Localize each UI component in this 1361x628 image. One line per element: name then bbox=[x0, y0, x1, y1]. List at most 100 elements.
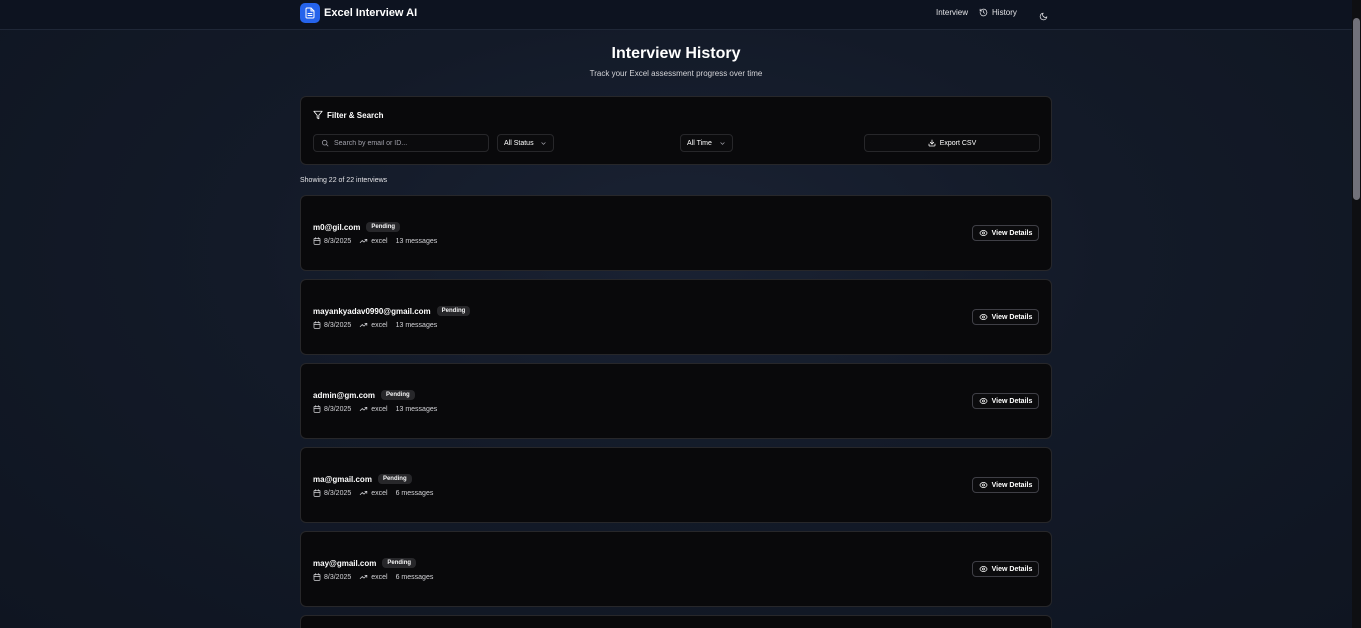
view-details-label: View Details bbox=[991, 313, 1033, 321]
page-subtitle: Track your Excel assessment progress ove… bbox=[589, 69, 763, 78]
search-input[interactable] bbox=[334, 139, 484, 147]
download-icon bbox=[928, 139, 936, 147]
calendar-icon bbox=[313, 573, 321, 581]
filter-title-label: Filter & Search bbox=[327, 110, 384, 120]
interview-category-value: excel bbox=[371, 237, 388, 245]
interview-category: excel bbox=[359, 321, 388, 329]
page-scrollbar[interactable] bbox=[1352, 0, 1361, 628]
interview-email: m0@gil.com bbox=[313, 222, 361, 232]
time-filter-select[interactable]: All Time bbox=[680, 134, 733, 152]
status-filter-select[interactable]: All Status bbox=[497, 134, 554, 152]
interview-category: excel bbox=[359, 489, 388, 497]
interview-email: admin@gm.com bbox=[313, 390, 376, 400]
status-badge: Pending bbox=[366, 222, 401, 232]
view-details-label: View Details bbox=[991, 481, 1033, 489]
interview-meta: 8/3/2025 excel 13 messages bbox=[313, 405, 437, 413]
interview-date: 8/3/2025 bbox=[313, 573, 351, 581]
view-details-label: View Details bbox=[991, 565, 1033, 573]
page-title: Interview History bbox=[611, 45, 741, 62]
interview-category: excel bbox=[359, 237, 388, 245]
history-icon bbox=[979, 8, 988, 17]
interview-date-value: 8/3/2025 bbox=[324, 237, 352, 245]
brand-name: Excel Interview AI bbox=[324, 7, 418, 19]
filter-title: Filter & Search bbox=[313, 110, 383, 120]
eye-icon bbox=[979, 481, 988, 489]
interview-card bbox=[300, 615, 1052, 628]
results-summary: Showing 22 of 22 interviews bbox=[300, 177, 388, 184]
search-field[interactable] bbox=[313, 134, 489, 152]
filter-card: Filter & Search All Status All Time bbox=[300, 96, 1052, 165]
trending-up-icon bbox=[359, 237, 368, 245]
chevron-down-icon bbox=[719, 140, 726, 147]
interview-card: mayankyadav0990@gmail.com Pending 8/3/20… bbox=[300, 279, 1052, 355]
view-details-button[interactable]: View Details bbox=[972, 393, 1039, 409]
calendar-icon bbox=[313, 321, 321, 329]
calendar-icon bbox=[313, 489, 321, 497]
interview-card-header: m0@gil.com Pending bbox=[313, 222, 401, 232]
calendar-icon bbox=[313, 405, 321, 413]
trending-up-icon bbox=[359, 573, 368, 581]
view-details-button[interactable]: View Details bbox=[972, 477, 1039, 493]
nav-link-interview[interactable]: Interview bbox=[936, 8, 968, 17]
nav-links: Interview History bbox=[936, 8, 1017, 17]
interview-category-value: excel bbox=[371, 321, 388, 329]
interview-category: excel bbox=[359, 405, 388, 413]
time-filter-value: All Time bbox=[687, 139, 712, 147]
theme-toggle-button[interactable] bbox=[1039, 8, 1048, 26]
trending-up-icon bbox=[359, 405, 368, 413]
status-badge: Pending bbox=[381, 390, 415, 400]
interview-date-value: 8/3/2025 bbox=[324, 573, 352, 581]
status-badge: Pending bbox=[382, 558, 417, 568]
scrollbar-thumb[interactable] bbox=[1353, 18, 1360, 200]
status-badge: Pending bbox=[377, 474, 412, 484]
status-badge: Pending bbox=[436, 306, 471, 316]
view-details-button[interactable]: View Details bbox=[972, 225, 1039, 241]
interview-card: admin@gm.com Pending 8/3/2025 excel 13 m… bbox=[300, 363, 1052, 439]
search-icon bbox=[321, 139, 329, 147]
interview-list: m0@gil.com Pending 8/3/2025 excel 13 mes… bbox=[300, 195, 1052, 628]
interview-message-count: 13 messages bbox=[395, 405, 438, 413]
interview-message-count: 6 messages bbox=[395, 573, 434, 581]
interview-date-value: 8/3/2025 bbox=[324, 405, 352, 413]
interview-card-header: may@gmail.com Pending bbox=[313, 558, 417, 568]
interview-meta: 8/3/2025 excel 6 messages bbox=[313, 489, 433, 497]
interview-date: 8/3/2025 bbox=[313, 321, 351, 329]
nav-link-history[interactable]: History bbox=[979, 8, 1017, 17]
interview-date: 8/3/2025 bbox=[313, 405, 351, 413]
trending-up-icon bbox=[359, 489, 368, 497]
eye-icon bbox=[979, 397, 988, 405]
top-navbar: Excel Interview AI Interview History bbox=[0, 0, 1352, 30]
brand[interactable]: Excel Interview AI bbox=[300, 3, 417, 23]
interview-card-header: admin@gm.com Pending bbox=[313, 390, 415, 400]
export-csv-button[interactable]: Export CSV bbox=[864, 134, 1040, 152]
nav-link-history-label: History bbox=[992, 8, 1017, 17]
document-icon bbox=[300, 3, 320, 23]
trending-up-icon bbox=[359, 321, 368, 329]
interview-meta: 8/3/2025 excel 13 messages bbox=[313, 237, 437, 245]
filter-icon bbox=[313, 110, 323, 120]
interview-email: may@gmail.com bbox=[313, 558, 377, 568]
interview-card: may@gmail.com Pending 8/3/2025 excel 6 m… bbox=[300, 531, 1052, 607]
interview-message-count: 13 messages bbox=[395, 237, 438, 245]
chevron-down-icon bbox=[540, 140, 547, 147]
interview-date-value: 8/3/2025 bbox=[324, 489, 352, 497]
view-details-button[interactable]: View Details bbox=[972, 309, 1039, 325]
interview-date-value: 8/3/2025 bbox=[324, 321, 352, 329]
moon-icon bbox=[1039, 8, 1048, 26]
interview-category-value: excel bbox=[371, 489, 388, 497]
interview-card: ma@gmail.com Pending 8/3/2025 excel 6 me… bbox=[300, 447, 1052, 523]
interview-message-count: 13 messages bbox=[395, 321, 438, 329]
interview-date: 8/3/2025 bbox=[313, 489, 351, 497]
interview-message-count: 6 messages bbox=[395, 489, 434, 497]
view-details-button[interactable]: View Details bbox=[972, 561, 1039, 577]
interview-date: 8/3/2025 bbox=[313, 237, 351, 245]
interview-card-header: mayankyadav0990@gmail.com Pending bbox=[313, 306, 471, 316]
interview-email: mayankyadav0990@gmail.com bbox=[313, 306, 431, 316]
view-details-label: View Details bbox=[991, 229, 1033, 237]
calendar-icon bbox=[313, 237, 321, 245]
interview-category-value: excel bbox=[371, 405, 388, 413]
interview-email: ma@gmail.com bbox=[313, 474, 372, 484]
eye-icon bbox=[979, 229, 988, 237]
eye-icon bbox=[979, 565, 988, 573]
interview-category-value: excel bbox=[371, 573, 388, 581]
